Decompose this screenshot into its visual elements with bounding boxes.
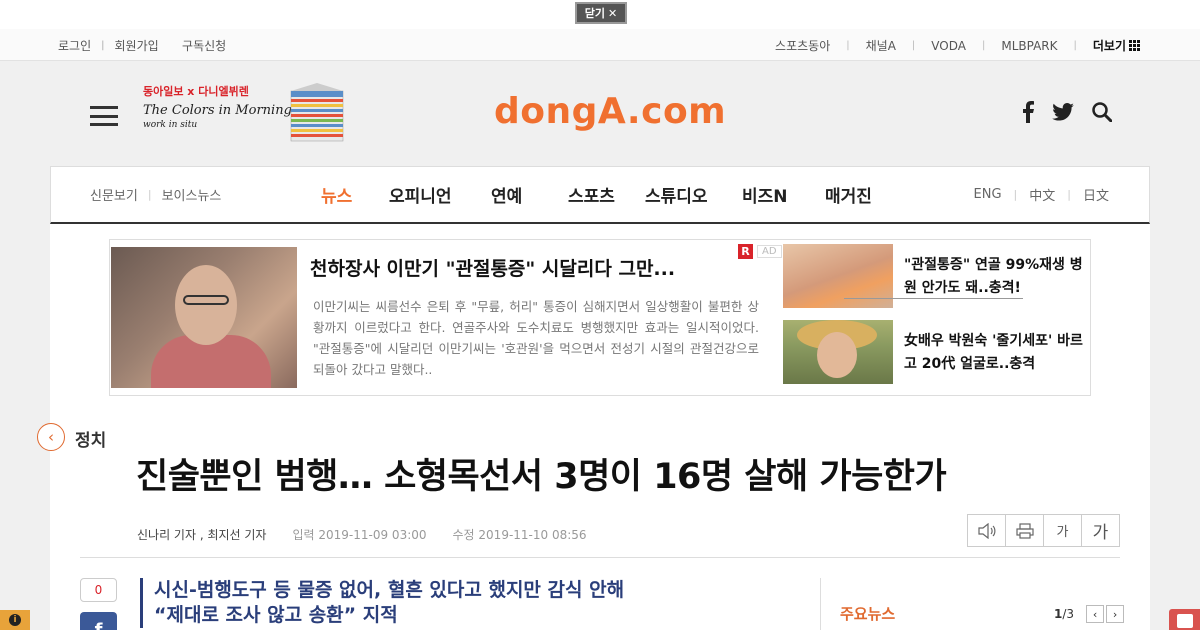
facebook-icon[interactable]	[1022, 101, 1034, 123]
ad-title[interactable]: 천하장사 이만기 "관절통증" 시달리다 그만...	[310, 254, 675, 281]
info-floating-button[interactable]: i	[0, 610, 30, 630]
ad-badge: R AD	[738, 244, 782, 259]
channela-link[interactable]: 채널A	[866, 37, 896, 54]
ad-side-item[interactable]: "관절통증" 연골 99%재생 병원 안가도 돼..충격!	[783, 244, 1083, 310]
ad-label: AD	[757, 245, 782, 258]
separator: |	[1073, 40, 1077, 51]
promo-banner[interactable]: 동아일보 x 다니엘뷔렌 The Colors in Morning Calm …	[143, 83, 358, 145]
grid-icon	[1129, 40, 1140, 51]
login-link[interactable]: 로그인	[58, 37, 91, 54]
article-subhead: 시신-범행도구 등 물증 없어, 혈흔 있다고 했지만 감식 안해 “제대로 조…	[140, 578, 624, 628]
subhead-line: 시신-범행도구 등 물증 없어, 혈흔 있다고 했지만 감식 안해	[154, 579, 625, 601]
site-logo[interactable]: dongA.com	[494, 91, 726, 132]
facebook-share-icon[interactable]: f	[80, 612, 117, 630]
feedback-floating-button[interactable]	[1169, 609, 1200, 630]
voda-link[interactable]: VODA	[931, 39, 966, 53]
separator: |	[1013, 188, 1018, 201]
article-toolbar: 가 가	[967, 514, 1120, 547]
major-news-title: 주요뉴스	[840, 605, 896, 623]
divider	[80, 557, 1120, 558]
nav-item-news[interactable]: 뉴스	[321, 182, 389, 207]
font-decrease-button[interactable]: 가	[1044, 515, 1082, 546]
lang-japanese-link[interactable]: 日文	[1083, 185, 1109, 204]
twitter-icon[interactable]	[1052, 103, 1074, 121]
hamburger-menu-icon[interactable]	[90, 106, 118, 126]
article-headline: 진술뿐인 범행… 소형목선서 3명이 16명 살해 가능한가	[136, 457, 947, 497]
more-menu-button[interactable]: 더보기	[1093, 37, 1140, 54]
byline: 신나리 기자 , 최지선 기자 입력 2019-11-09 03:00 수정 2…	[137, 526, 587, 543]
nav-item-bizn[interactable]: 비즈N	[742, 182, 825, 207]
lang-chinese-link[interactable]: 中文	[1029, 185, 1055, 204]
advertisement-block[interactable]: 천하장사 이만기 "관절통증" 시달리다 그만... 이만기씨는 씨름선수 은퇴…	[109, 239, 1091, 396]
voice-news-link[interactable]: 보이스뉴스	[162, 185, 222, 204]
nav-item-opinion[interactable]: 오피니언	[389, 182, 491, 207]
nav-item-magazine[interactable]: 매거진	[825, 182, 872, 207]
separator: |	[846, 40, 850, 51]
signup-link[interactable]: 회원가입	[115, 37, 159, 54]
speaker-icon[interactable]	[968, 515, 1006, 546]
sportsdonga-link[interactable]: 스포츠동아	[775, 37, 830, 54]
ad-side-text[interactable]: 女배우 박원숙 '줄기세포' 바르고 20代 얼굴로..충격	[904, 330, 1084, 376]
ad-side-text[interactable]: "관절통증" 연골 99%재생 병원 안가도 돼..충격!	[904, 254, 1084, 300]
search-icon[interactable]	[1092, 102, 1112, 122]
major-news-pager: 1/3 ‹ ›	[1054, 605, 1125, 623]
more-label: 더보기	[1092, 39, 1126, 53]
nav-item-studio[interactable]: 스튜디오	[645, 182, 742, 207]
reporter-names[interactable]: 신나리 기자 , 최지선 기자	[137, 526, 266, 543]
chevron-left-icon[interactable]: ‹	[1086, 605, 1105, 623]
section-title[interactable]: 정치	[75, 426, 106, 451]
building-image	[290, 83, 344, 142]
page-total: /3	[1062, 607, 1075, 621]
chevron-right-icon[interactable]: ›	[1106, 605, 1125, 623]
close-button[interactable]: 닫기 ✕	[575, 2, 627, 24]
info-icon: i	[9, 614, 21, 626]
separator: |	[981, 40, 986, 51]
separator: |	[101, 40, 105, 51]
subhead-line: “제대로 조사 않고 송환” 지적	[154, 604, 398, 626]
edit-date: 수정 2019-11-10 08:56	[452, 528, 587, 542]
ad-description[interactable]: 이만기씨는 씨름선수 은퇴 후 "무릎, 허리" 통증이 심해지면서 일상행활이…	[313, 296, 759, 380]
newspaper-view-link[interactable]: 신문보기	[90, 185, 138, 204]
subscribe-link[interactable]: 구독신청	[182, 37, 226, 54]
ad-divider	[844, 298, 1023, 299]
main-navigation: 신문보기 | 보이스뉴스 뉴스 오피니언 연예 스포츠 스튜디오 비즈N 매거진…	[50, 166, 1150, 224]
close-label: 닫기	[584, 7, 606, 20]
share-count: 0	[80, 578, 117, 602]
top-close-bar: 닫기 ✕	[0, 0, 1200, 29]
print-icon[interactable]	[1006, 515, 1044, 546]
separator: |	[147, 188, 152, 201]
ad-r-icon: R	[738, 244, 753, 259]
ad-side-item[interactable]: 女배우 박원숙 '줄기세포' 바르고 20代 얼굴로..충격	[783, 320, 1083, 386]
chat-icon	[1177, 614, 1193, 628]
site-header: 동아일보 x 다니엘뷔렌 The Colors in Morning Calm …	[0, 61, 1200, 166]
ad-side-thumbnail[interactable]	[783, 320, 893, 384]
content-area: 천하장사 이만기 "관절통증" 시달리다 그만... 이만기씨는 씨름선수 은퇴…	[37, 224, 1150, 630]
nav-item-sports[interactable]: 스포츠	[568, 182, 645, 207]
mlbpark-link[interactable]: MLBPARK	[1001, 39, 1057, 53]
separator: |	[911, 40, 916, 51]
column-divider	[820, 578, 821, 630]
separator: |	[1067, 188, 1071, 201]
font-increase-button[interactable]: 가	[1082, 515, 1119, 546]
close-icon: ✕	[608, 6, 618, 20]
nav-item-entertainment[interactable]: 연예	[491, 182, 568, 207]
ad-main-image[interactable]	[111, 247, 297, 388]
input-date: 입력 2019-11-09 03:00	[292, 528, 427, 542]
utility-bar: 로그인 | 회원가입 | 구독신청 스포츠동아 | 채널A | VODA | M…	[0, 29, 1200, 61]
back-arrow-icon[interactable]: ‹	[37, 423, 65, 451]
lang-eng-link[interactable]: ENG	[974, 187, 1002, 202]
